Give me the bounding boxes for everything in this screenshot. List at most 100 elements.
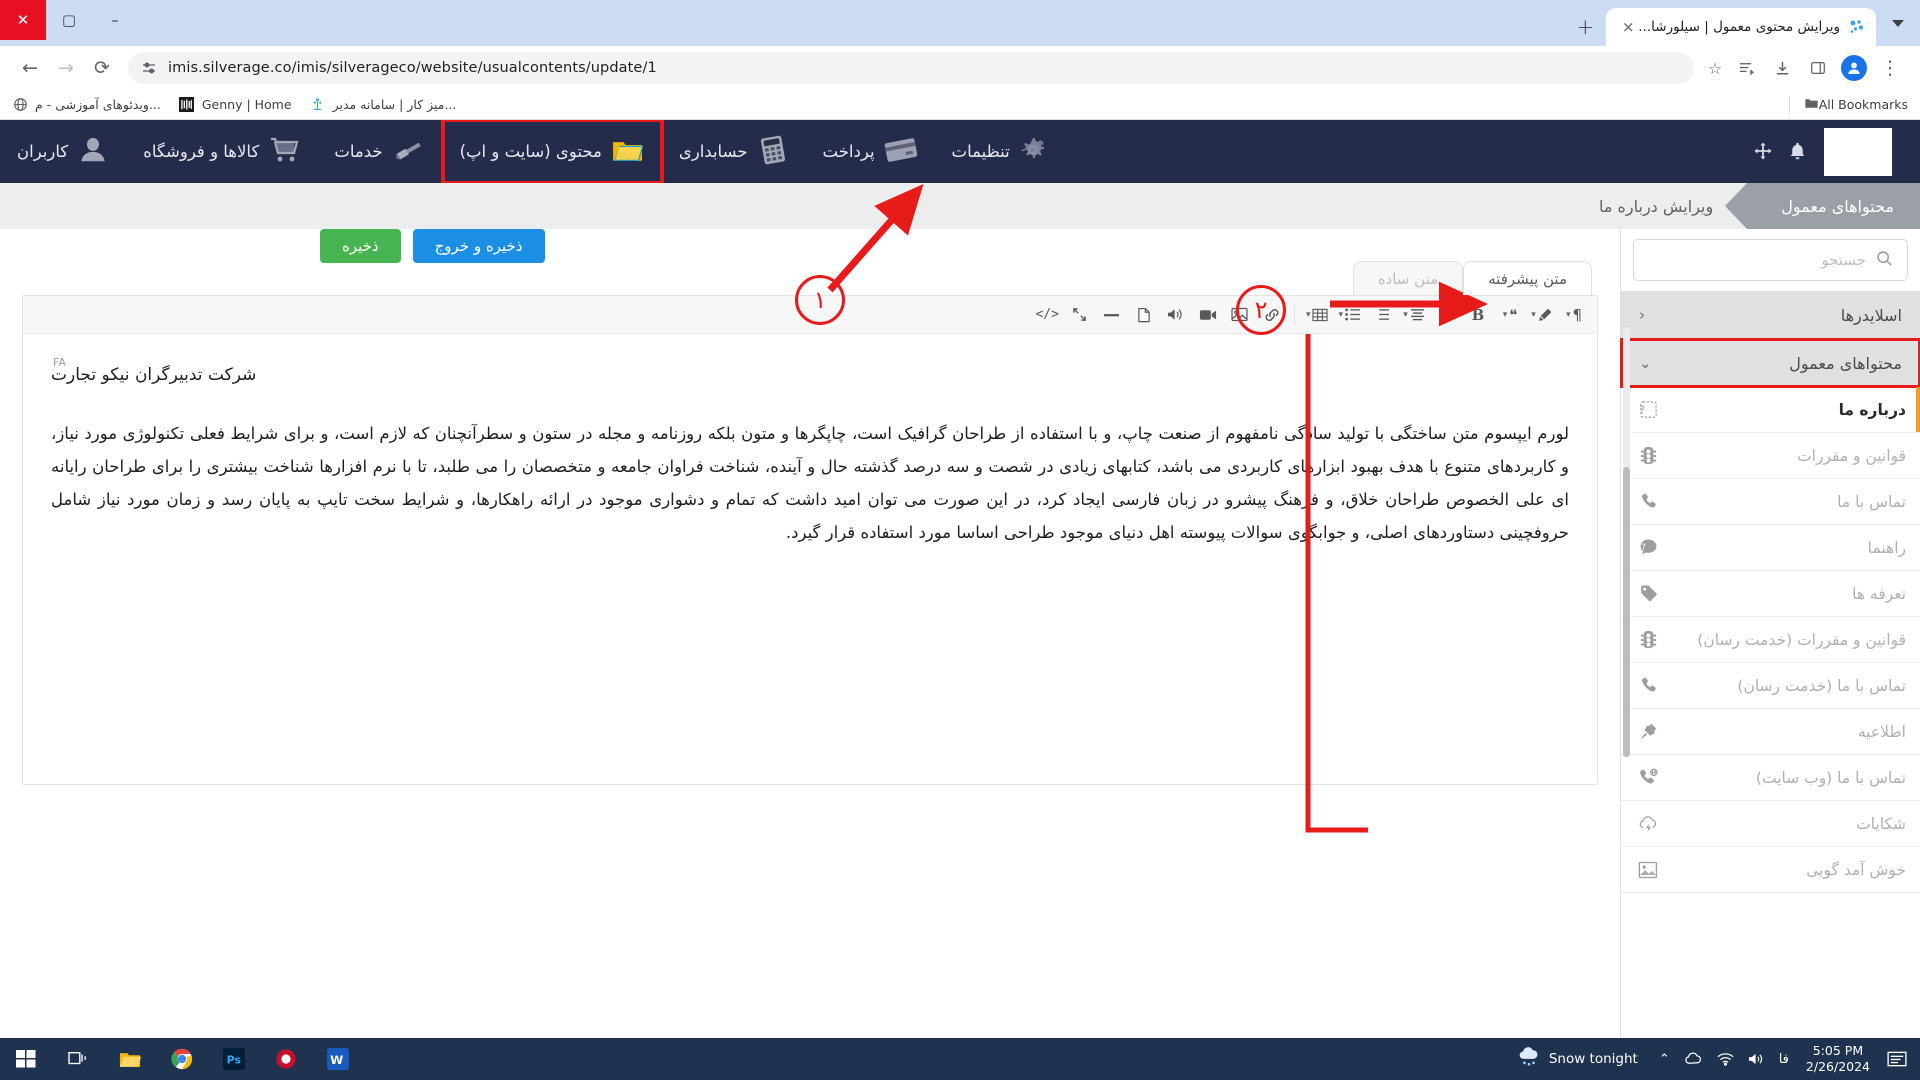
nav-item-services[interactable]: خدمات: [317, 120, 442, 183]
window-minimize-button[interactable]: –: [92, 0, 138, 40]
editor-document[interactable]: FA شرکت تدبیرگران نیکو تجارت لورم ایپسوم…: [23, 334, 1597, 784]
back-button[interactable]: ←: [12, 50, 48, 86]
quote-button[interactable]: ❝ ▾: [1495, 300, 1525, 330]
clock-date: 2/26/2024: [1805, 1059, 1870, 1074]
sidebar-item-guide[interactable]: راهنما ?: [1621, 525, 1920, 571]
editor-tab-bar: متن پیشرفته متن ساده: [1352, 261, 1592, 295]
window-maximize-button[interactable]: ▢: [46, 0, 92, 40]
sidebar-item-rules[interactable]: قوانین و مقررات: [1621, 433, 1920, 479]
text-color-button[interactable]: ▾: [1527, 300, 1557, 330]
horizontal-rule-button[interactable]: [1097, 300, 1127, 330]
bookmark-star-icon[interactable]: ☆: [1702, 55, 1728, 81]
file-button[interactable]: [1129, 300, 1159, 330]
breadcrumb-active[interactable]: محتواهای معمول: [1725, 183, 1920, 229]
address-bar[interactable]: imis.silverage.co/imis/silverageco/websi…: [128, 52, 1694, 84]
sidebar-item-announcement[interactable]: اطلاعیه: [1621, 709, 1920, 755]
sidebar-scrollbar-thumb[interactable]: [1623, 467, 1630, 757]
sidebar-group-label: اسلایدرها: [1840, 305, 1902, 325]
network-icon[interactable]: [1710, 1052, 1741, 1066]
downloads-icon[interactable]: [1764, 50, 1800, 86]
window-close-button[interactable]: ✕: [0, 0, 46, 40]
ordered-list-button[interactable]: 123: [1367, 300, 1397, 330]
sidebar-item-complaints[interactable]: شکایات: [1621, 801, 1920, 847]
unordered-list-button[interactable]: ▾: [1334, 300, 1365, 330]
tab-close-icon[interactable]: ×: [1618, 17, 1638, 37]
browser-tab[interactable]: ویرایش محتوی معمول | سیلورشا... ×: [1606, 8, 1876, 46]
reload-button[interactable]: ⟳: [84, 50, 120, 86]
chevron-down-icon: ▾: [1338, 309, 1343, 320]
recorder-icon[interactable]: [260, 1038, 312, 1080]
link-button[interactable]: [1257, 300, 1287, 330]
bookmark-label: ویدئوهای آموزشی - م...: [35, 97, 161, 112]
bell-icon[interactable]: [1780, 135, 1814, 169]
sidebar-item-label: قوانین و مقررات: [1797, 446, 1906, 465]
table-button[interactable]: ▾: [1302, 300, 1333, 330]
paragraph-format-button[interactable]: ¶ ▾: [1559, 300, 1589, 330]
sidebar-item-contact-website[interactable]: تماس با ما (وب سایت): [1621, 755, 1920, 801]
chrome-menu-icon[interactable]: ⋮: [1872, 50, 1908, 86]
photoshop-icon[interactable]: Ps: [208, 1038, 260, 1080]
word-icon[interactable]: W: [312, 1038, 364, 1080]
file-explorer-icon[interactable]: [104, 1038, 156, 1080]
align-button[interactable]: ▾: [1399, 300, 1429, 330]
reading-list-icon[interactable]: [1728, 50, 1764, 86]
task-view-icon[interactable]: [52, 1038, 104, 1080]
save-and-exit-button[interactable]: ذخیره و خروج: [412, 229, 545, 263]
side-panel-icon[interactable]: [1800, 50, 1836, 86]
cart-icon: [268, 136, 300, 168]
phone-icon: [1635, 492, 1661, 511]
forward-button[interactable]: →: [48, 50, 84, 86]
image-button[interactable]: [1225, 300, 1255, 330]
nav-item-shop[interactable]: کالاها و فروشگاه: [126, 120, 317, 183]
tab-plain-text[interactable]: متن ساده: [1352, 261, 1464, 295]
weather-widget[interactable]: Snow tonight: [1518, 1047, 1638, 1071]
browser-toolbar-right: ⋮: [1728, 50, 1908, 86]
sidebar-item-welcome[interactable]: خوش آمد گویی: [1621, 847, 1920, 893]
profile-avatar[interactable]: [1836, 50, 1872, 86]
bold-button[interactable]: B: [1463, 300, 1493, 330]
onedrive-icon[interactable]: [1677, 1052, 1710, 1066]
nav-item-users[interactable]: کاربران: [0, 120, 126, 183]
tag-icon: [1635, 584, 1661, 603]
show-hidden-icons[interactable]: ⌃: [1652, 1052, 1677, 1067]
bookmark-item[interactable]: میز کار | سامانه مدیر...: [310, 97, 456, 113]
chrome-icon[interactable]: [156, 1038, 208, 1080]
sidebar-scrollbar[interactable]: [1623, 327, 1630, 757]
sidebar-item-contact-provider[interactable]: تماس با ما (خدمت رسان): [1621, 663, 1920, 709]
tab-search-button[interactable]: [1876, 0, 1920, 46]
code-view-button[interactable]: </>: [1031, 300, 1062, 330]
sidebar-item-about-us[interactable]: درباره ما ?: [1621, 387, 1920, 433]
notification-icon[interactable]: [1880, 1051, 1914, 1067]
save-button[interactable]: ذخیره: [320, 229, 401, 263]
sidebar-item-tariffs[interactable]: تعرفه ها: [1621, 571, 1920, 617]
nav-item-payment[interactable]: پرداخت: [806, 120, 935, 183]
nav-item-settings[interactable]: تنظیمات: [935, 120, 1066, 183]
sidebar-group-sliders[interactable]: اسلایدرها ‹: [1621, 291, 1920, 339]
all-bookmarks-button[interactable]: All Bookmarks: [1788, 95, 1908, 114]
sidebar-item-contact[interactable]: تماس با ما: [1621, 479, 1920, 525]
bookmark-item[interactable]: Genny | Home: [179, 97, 292, 113]
sidebar-item-rules-provider[interactable]: قوانین و مقررات (خدمت رسان): [1621, 617, 1920, 663]
sidebar-group-usual-contents[interactable]: محتواهای معمول ⌄: [1620, 338, 1920, 388]
action-buttons: ذخیره و خروج ذخیره: [320, 229, 545, 263]
windows-start-icon[interactable]: [0, 1038, 52, 1080]
nav-label: تنظیمات: [951, 142, 1010, 161]
nav-item-content[interactable]: محتوی (سایت و اپ): [440, 120, 664, 185]
app-logo[interactable]: [1824, 127, 1892, 176]
audio-button[interactable]: [1161, 300, 1191, 330]
weather-label: Snow tonight: [1548, 1051, 1638, 1067]
language-indicator[interactable]: فا: [1772, 1052, 1796, 1067]
site-settings-icon[interactable]: [140, 59, 158, 77]
new-tab-button[interactable]: +: [1568, 10, 1602, 44]
italic-button[interactable]: I: [1431, 300, 1461, 330]
nav-item-accounting[interactable]: حسابداری: [662, 120, 806, 183]
search-input[interactable]: جستجو: [1633, 239, 1908, 281]
fullscreen-button[interactable]: [1065, 300, 1095, 330]
move-icon[interactable]: [1746, 135, 1780, 169]
video-button[interactable]: [1193, 300, 1223, 330]
sidebar-item-label: تماس با ما (خدمت رسان): [1737, 676, 1906, 695]
volume-icon[interactable]: [1741, 1052, 1772, 1066]
clock[interactable]: 5:05 PM 2/26/2024: [1796, 1043, 1880, 1076]
bookmark-item[interactable]: ویدئوهای آموزشی - م...: [12, 97, 161, 113]
tab-rich-text[interactable]: متن پیشرفته: [1463, 261, 1592, 295]
